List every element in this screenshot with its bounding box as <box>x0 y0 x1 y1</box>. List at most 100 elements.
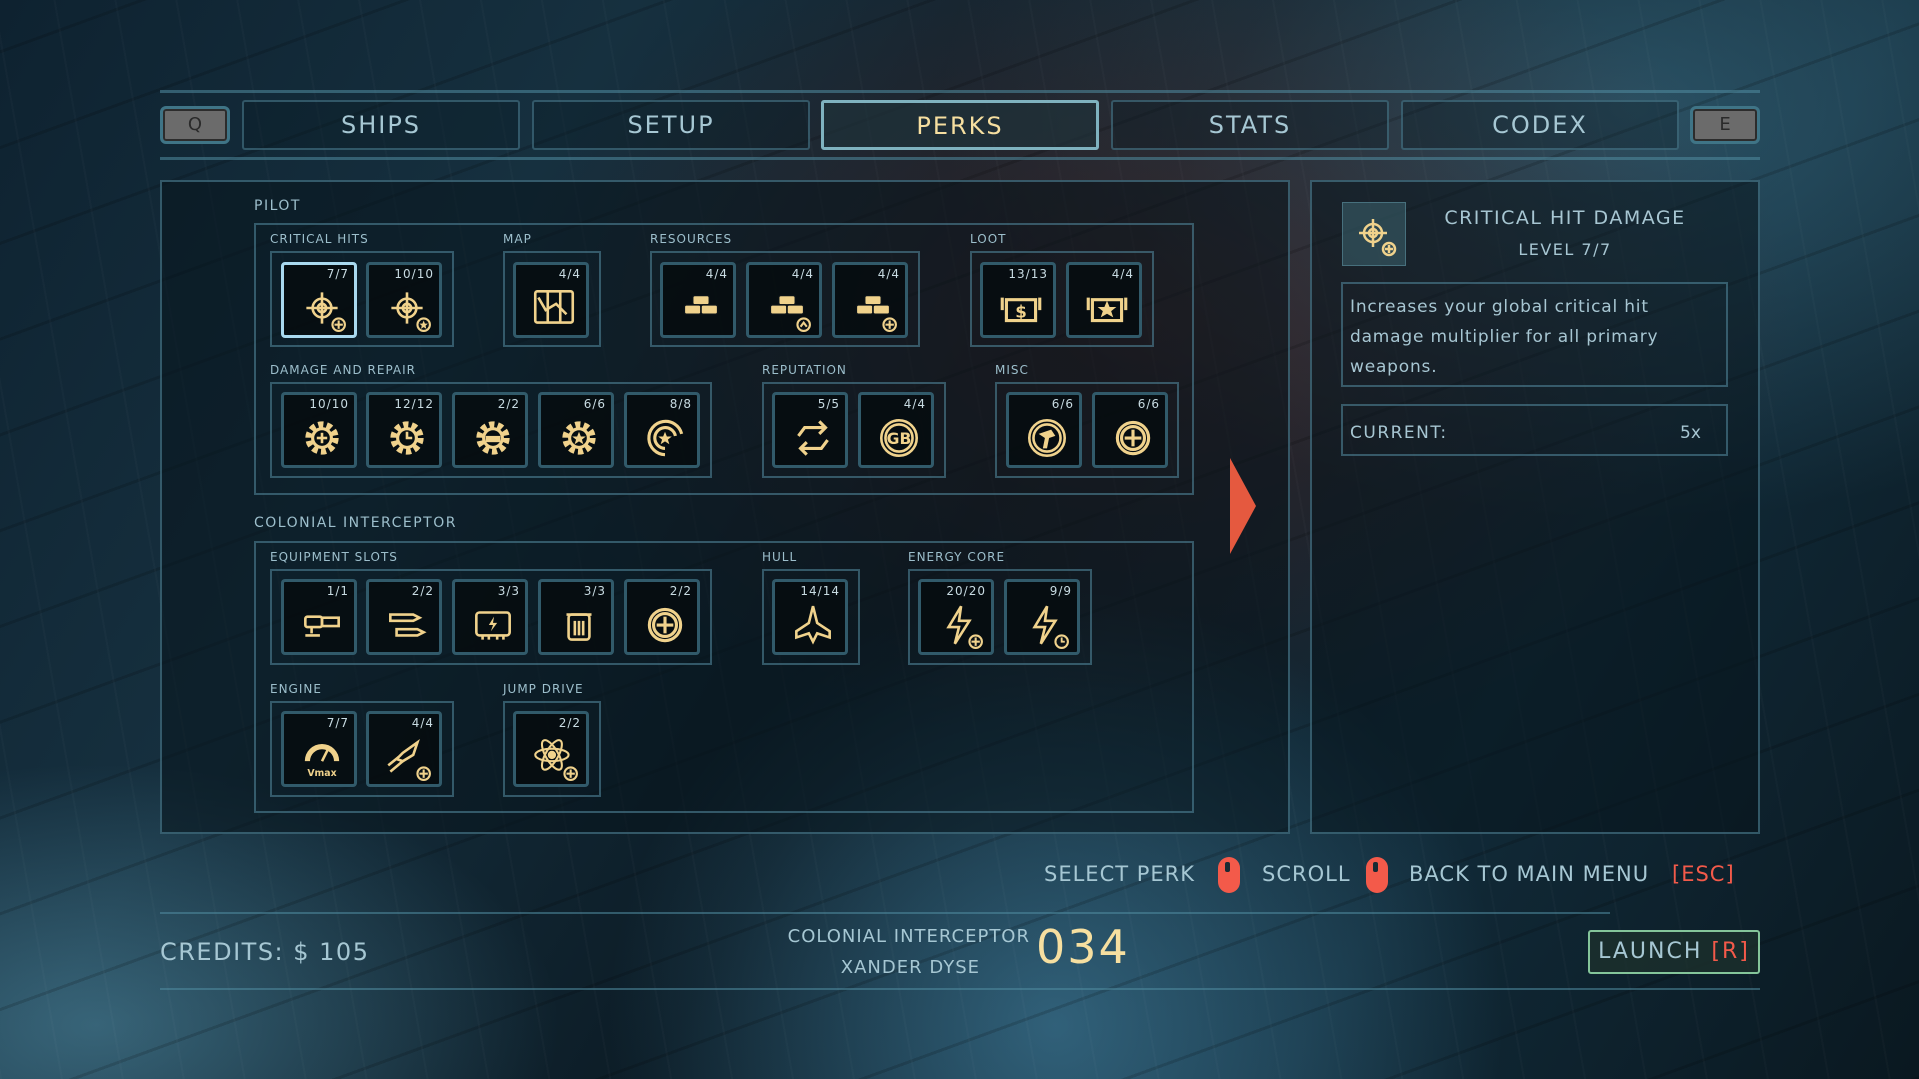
perk-tile-vortex[interactable]: 8/8 <box>624 392 700 468</box>
bolt-plus-icon <box>946 605 983 649</box>
crosshair-star-icon <box>391 292 431 332</box>
section-colonial-interceptor: COLONIAL INTERCEPTOR <box>254 515 457 531</box>
mouse-wheel-icon <box>1366 857 1388 893</box>
perk-tile-resources-2[interactable]: 4/4 <box>746 262 822 338</box>
hint-select-perk: SELECT PERK <box>1044 862 1196 886</box>
perk-tile-repair-time[interactable]: 12/12 <box>366 392 442 468</box>
perk-level: 2/2 <box>558 716 581 730</box>
perk-level: 14/14 <box>800 584 840 598</box>
group-misc: MISC <box>995 363 1029 377</box>
perk-detail-panel <box>1310 180 1760 834</box>
perk-tile-misc-hammer[interactable]: 6/6 <box>1006 392 1082 468</box>
perk-tile-engine-boost[interactable]: 4/4 <box>366 711 442 787</box>
tab-perks[interactable]: PERKS <box>821 100 1099 150</box>
perk-level: 10/10 <box>309 397 349 411</box>
esc-key-hint[interactable]: [ESC] <box>1672 862 1735 886</box>
perk-tile-engine-vmax[interactable]: 7/7 Vmax <box>281 711 357 787</box>
perk-tile-resources-1[interactable]: 4/4 <box>660 262 736 338</box>
perk-tile-misc-plus[interactable]: 6/6 <box>1092 392 1168 468</box>
perk-level: 20/20 <box>946 584 986 598</box>
swap-arrows-icon <box>797 420 829 456</box>
perk-level: 4/4 <box>791 267 814 281</box>
perk-tile-slot-plus[interactable]: 2/2 <box>624 579 700 655</box>
perk-tile-critical-hit-damage[interactable]: 7/7 <box>281 262 357 338</box>
group-resources: RESOURCES <box>650 232 733 246</box>
gear-clock-icon <box>390 421 424 455</box>
detail-description: Increases your global critical hit damag… <box>1350 297 1659 377</box>
svg-text:$: $ <box>1015 302 1027 321</box>
perk-tile-critical-hit-chance[interactable]: 10/10 <box>366 262 442 338</box>
perk-level: 6/6 <box>583 397 606 411</box>
hint-scroll: SCROLL <box>1262 862 1351 886</box>
turret-icon <box>304 615 340 637</box>
missiles-icon <box>389 613 427 637</box>
group-critical-hits: CRITICAL HITS <box>270 232 369 246</box>
ship-boost-icon <box>387 739 431 781</box>
gear-star-icon <box>562 421 596 455</box>
perk-level: 1/1 <box>326 584 349 598</box>
launch-button[interactable]: LAUNCH [R] <box>1588 930 1760 974</box>
perk-level: 13/13 <box>1008 267 1048 281</box>
perk-level: 4/4 <box>877 267 900 281</box>
perk-level: 2/2 <box>497 397 520 411</box>
group-energy-core: ENERGY CORE <box>908 550 1006 564</box>
perk-tile-energy-plus[interactable]: 20/20 <box>918 579 994 655</box>
perk-tile-reputation-faction[interactable]: 4/4 GB <box>858 392 934 468</box>
perk-tile-loot-credits[interactable]: 13/13 $ <box>980 262 1056 338</box>
perk-tile-jump-drive[interactable]: 2/2 <box>513 711 589 787</box>
chest-star-icon <box>1086 297 1128 323</box>
next-tab-key[interactable]: E <box>1690 106 1760 144</box>
detail-level: LEVEL 7/7 <box>1518 240 1612 259</box>
detail-title: CRITICAL HIT DAMAGE <box>1444 207 1686 229</box>
atom-plus-icon <box>534 739 578 781</box>
group-map: MAP <box>503 232 532 246</box>
perk-level: 3/3 <box>583 584 606 598</box>
gold-bars-up-icon <box>769 294 811 332</box>
perk-level: 4/4 <box>1111 267 1134 281</box>
tab-ships[interactable]: SHIPS <box>242 100 520 150</box>
perk-tile-slot-missiles[interactable]: 2/2 <box>366 579 442 655</box>
battery-icon <box>475 611 511 640</box>
tab-stats[interactable]: STATS <box>1111 100 1389 150</box>
speedometer-icon: Vmax <box>304 744 340 779</box>
svg-text:GB: GB <box>887 430 912 448</box>
perk-tile-slot-turret[interactable]: 1/1 <box>281 579 357 655</box>
launch-key: [R] <box>1711 939 1750 964</box>
perk-tile-map[interactable]: 4/4 <box>513 262 589 338</box>
crosshair-plus-icon <box>1359 219 1397 257</box>
perk-tile-loot-rare[interactable]: 4/4 <box>1066 262 1142 338</box>
tab-codex[interactable]: CODEX <box>1401 100 1679 150</box>
circle-plus-icon <box>1115 420 1151 456</box>
perk-tile-hull[interactable]: 14/14 <box>772 579 848 655</box>
perk-level: 4/4 <box>705 267 728 281</box>
next-page-arrow[interactable] <box>1230 458 1256 554</box>
left-mouse-icon <box>1218 857 1240 893</box>
perk-tile-energy-time[interactable]: 9/9 <box>1004 579 1080 655</box>
perk-tile-repair-gold[interactable]: 2/2 <box>452 392 528 468</box>
hammer-target-icon <box>1027 418 1067 458</box>
map-chart-icon <box>533 290 575 324</box>
hint-back-to-menu[interactable]: BACK TO MAIN MENU <box>1409 862 1649 886</box>
perk-tile-slot-canister[interactable]: 3/3 <box>538 579 614 655</box>
perk-tile-repair-star[interactable]: 6/6 <box>538 392 614 468</box>
top-rule <box>160 90 1760 93</box>
perk-tile-reputation-exchange[interactable]: 5/5 <box>772 392 848 468</box>
pilot-name: XANDER DYSE <box>840 957 980 978</box>
bolt-clock-icon <box>1032 605 1069 649</box>
group-loot: LOOT <box>970 232 1007 246</box>
launch-label: LAUNCH <box>1598 939 1703 964</box>
perk-tile-repair-plus[interactable]: 10/10 <box>281 392 357 468</box>
ship-name: COLONIAL INTERCEPTOR <box>787 926 1030 947</box>
perk-tile-slot-battery[interactable]: 3/3 <box>452 579 528 655</box>
prev-tab-key[interactable]: Q <box>160 106 230 144</box>
perk-level: 2/2 <box>669 584 692 598</box>
perk-tile-resources-3[interactable]: 4/4 <box>832 262 908 338</box>
ship-icon <box>795 605 831 645</box>
group-reputation: REPUTATION <box>762 363 847 377</box>
perk-level: 4/4 <box>903 397 926 411</box>
tab-setup[interactable]: SETUP <box>532 100 810 150</box>
current-label: CURRENT: <box>1350 423 1448 443</box>
crosshair-plus-icon <box>306 292 346 332</box>
chest-dollar-icon: $ <box>1000 297 1042 323</box>
faction-badge-icon: GB <box>879 418 919 458</box>
